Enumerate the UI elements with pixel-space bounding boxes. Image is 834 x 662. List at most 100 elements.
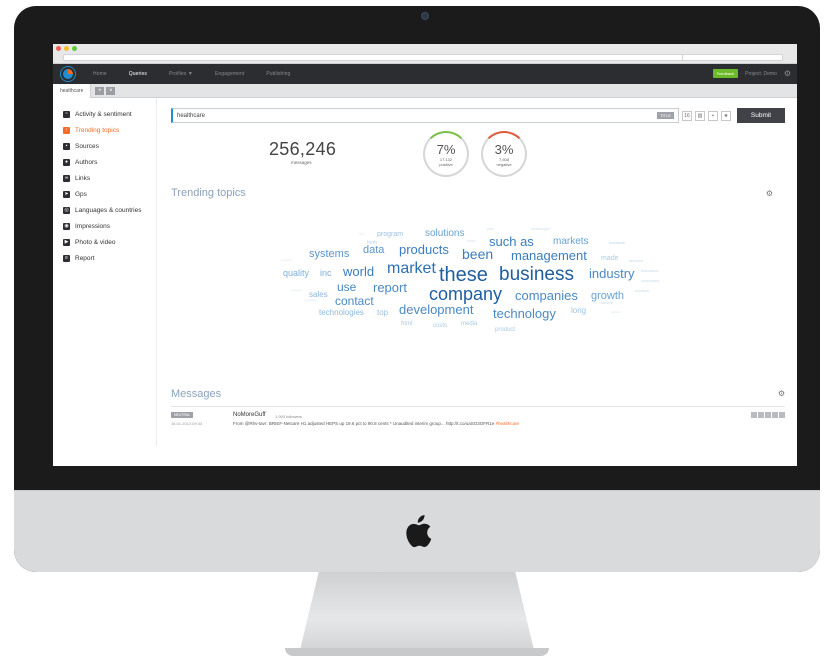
word-cloud-term[interactable]: form (367, 241, 377, 246)
tab-healthcare[interactable]: healthcare (53, 83, 92, 98)
sidebar-item-sources[interactable]: ▪ Sources (53, 138, 156, 154)
word-cloud-term[interactable]: top (377, 309, 388, 317)
date-range-icon[interactable]: 16 (682, 110, 692, 121)
stats-row: 256,246 messages 7% 17,132 positive 3% 7… (171, 123, 785, 183)
word-cloud-term[interactable]: customers (641, 279, 659, 283)
word-cloud-term[interactable]: management (511, 249, 587, 262)
word-cloud-term[interactable]: industry (589, 267, 635, 280)
sidebar-item-authors[interactable]: ● Authors (53, 154, 156, 170)
sidebar-item-gps[interactable]: ➤ Gps (53, 186, 156, 202)
maximize-window-icon[interactable] (72, 46, 77, 51)
word-cloud-term[interactable]: solutions (425, 229, 464, 239)
mail-icon[interactable] (765, 412, 771, 418)
word-cloud-term[interactable]: media (461, 321, 477, 327)
word-cloud-term[interactable]: technologies (319, 309, 364, 317)
word-cloud-term[interactable]: quality (283, 269, 309, 278)
monitor-base (285, 648, 549, 656)
star-icon[interactable]: ★ (721, 110, 731, 121)
tag-icon[interactable] (772, 412, 778, 418)
word-cloud-term[interactable]: products (399, 243, 449, 256)
word-cloud-term[interactable]: patients (611, 311, 622, 314)
word-cloud-term[interactable]: companies (515, 289, 578, 302)
trending-settings-gear-icon[interactable]: ⚙ (766, 189, 773, 198)
messages-divider (171, 406, 785, 407)
feedback-badge[interactable]: Feedback (712, 69, 739, 78)
sidebar-item-activity[interactable]: ~ Activity & sentiment (53, 106, 156, 122)
word-cloud-term[interactable]: health (431, 295, 439, 298)
word-cloud-term[interactable]: contact (335, 295, 374, 307)
nav-home[interactable]: Home (93, 71, 107, 77)
nav-publishing[interactable]: Publishing (266, 71, 290, 77)
screen: Home Queries Profiles ▼ Engagement Publi… (53, 44, 797, 466)
sidebar-item-languages[interactable]: ◎ Languages & countries (53, 202, 156, 218)
nav-engagement[interactable]: Engagement (215, 71, 244, 77)
nav-profiles[interactable]: Profiles ▼ (169, 71, 193, 77)
delete-icon[interactable] (779, 412, 785, 418)
query-tabs: healthcare + × (53, 83, 797, 98)
user-icon[interactable] (758, 412, 764, 418)
word-cloud-term[interactable]: business (499, 265, 574, 284)
settings-gear-icon[interactable]: ⚙ (784, 69, 791, 78)
word-cloud-term[interactable]: report (373, 281, 407, 294)
word-cloud-term[interactable]: analysis (291, 289, 302, 292)
word-cloud-term[interactable]: program (377, 231, 403, 238)
add-tab-icon[interactable]: + (95, 86, 105, 95)
project-selector[interactable]: Project: Demo (745, 71, 777, 77)
word-cloud-term[interactable]: insurance (641, 269, 658, 273)
word-cloud-term[interactable]: america (629, 259, 643, 263)
word-cloud-term[interactable]: addition (635, 289, 649, 293)
word-cloud-term[interactable]: source (601, 301, 613, 305)
word-cloud-term[interactable]: technology (493, 307, 556, 320)
word-cloud-term[interactable]: product (495, 327, 515, 333)
sidebar-item-links[interactable]: ∞ Links (53, 170, 156, 186)
close-tab-icon[interactable]: × (106, 86, 116, 95)
word-cloud-term[interactable]: been (462, 247, 493, 261)
word-cloud-term[interactable]: view (467, 239, 475, 243)
messages-title: Messages (171, 388, 222, 400)
word-cloud-term[interactable]: inc (320, 269, 332, 278)
query-input[interactable]: healthcare TITLE (171, 108, 679, 123)
nav-queries[interactable]: Queries (129, 71, 147, 77)
message-row[interactable]: NEUTRAL 16.01.2013 09:43 NoMoreGuff 1,99… (171, 410, 785, 430)
word-cloud-term[interactable]: challenges (531, 227, 550, 231)
close-window-icon[interactable] (56, 46, 61, 51)
message-link[interactable]: http://t.co/uaSO3OFR1e (446, 421, 494, 426)
reply-icon[interactable] (751, 412, 757, 418)
word-cloud-term[interactable]: services (281, 259, 292, 262)
word-cloud-term[interactable]: long (571, 307, 586, 315)
sidebar-item-report[interactable]: ≡ Report (53, 250, 156, 266)
word-cloud-term[interactable]: plan (487, 227, 495, 231)
calendar-icon[interactable]: ▥ (695, 110, 705, 121)
negative-pct: 3% (494, 142, 514, 157)
minimize-window-icon[interactable] (64, 46, 69, 51)
word-cloud-term[interactable]: data (363, 245, 384, 256)
address-bar[interactable] (63, 54, 783, 61)
word-cloud-term[interactable]: these (439, 265, 488, 285)
word-cloud-term[interactable]: market (387, 261, 436, 277)
sidebar-item-trending[interactable]: ↑ Trending topics (53, 122, 156, 138)
add-filter-icon[interactable]: + (708, 110, 718, 121)
word-cloud-term[interactable]: use (337, 281, 356, 293)
word-cloud-term[interactable]: html (401, 321, 412, 327)
word-cloud-term[interactable]: systems (309, 249, 349, 260)
sidebar-item-impressions[interactable]: ◉ Impressions (53, 218, 156, 234)
positive-label: positive (439, 162, 453, 167)
word-cloud-term[interactable]: development (399, 303, 473, 316)
word-cloud-term[interactable]: research (305, 299, 317, 302)
message-hashtag[interactable]: #healthcare (495, 421, 519, 426)
message-author[interactable]: NoMoreGuff (233, 412, 266, 418)
word-cloud-term[interactable]: such as (489, 235, 534, 248)
word-cloud-term[interactable]: world (343, 265, 374, 278)
messages-settings-gear-icon[interactable]: ⚙ (778, 389, 785, 398)
word-cloud-term[interactable]: markets (553, 237, 589, 247)
word-cloud-term[interactable]: medicine (609, 241, 625, 245)
word-cloud-term[interactable]: made (601, 255, 619, 262)
browser-search-field[interactable] (682, 54, 782, 61)
brand-logo-icon[interactable] (61, 67, 75, 81)
sidebar-item-photo-video[interactable]: ▶ Photo & video (53, 234, 156, 250)
word-cloud-term[interactable]: topic (359, 233, 365, 236)
word-cloud-term[interactable]: costs (433, 323, 447, 329)
submit-button[interactable]: Submit (737, 108, 785, 123)
word-cloud-term[interactable]: company (429, 285, 502, 303)
title-toggle[interactable]: TITLE (657, 112, 674, 119)
